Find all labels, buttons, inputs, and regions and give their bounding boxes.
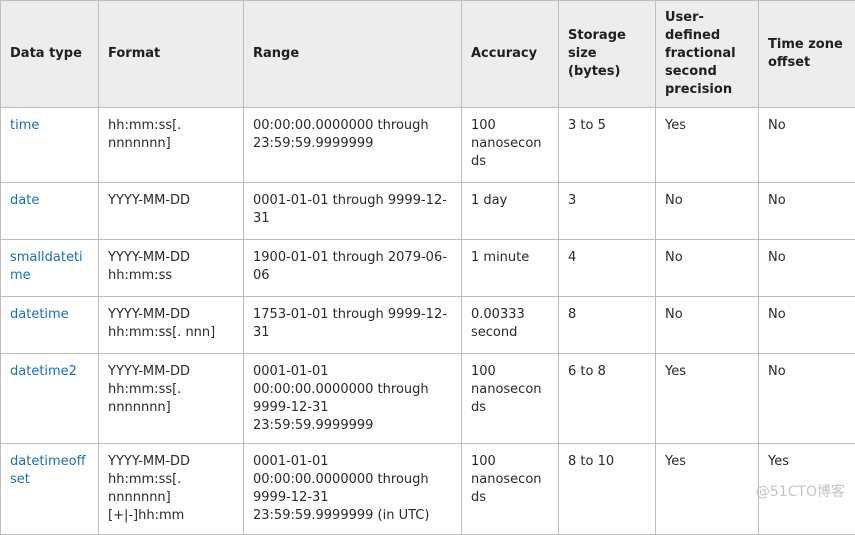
cell-fractional-precision: No	[656, 183, 759, 240]
table-row: datetime2 YYYY-MM-DD hh:mm:ss[. nnnnnnn]…	[1, 354, 855, 444]
cell-fractional-precision: Yes	[656, 444, 759, 535]
cell-storage-size: 8 to 10	[559, 444, 656, 535]
header-storage-size: Storage size (bytes)	[559, 1, 656, 108]
table-row: time hh:mm:ss[. nnnnnnn] 00:00:00.000000…	[1, 108, 855, 183]
header-range: Range	[244, 1, 462, 108]
table-row: smalldatetime YYYY-MM-DD hh:mm:ss 1900-0…	[1, 240, 855, 297]
table-row: datetimeoffset YYYY-MM-DD hh:mm:ss[. nnn…	[1, 444, 855, 535]
cell-accuracy: 100 nanoseconds	[462, 354, 559, 444]
data-type-link[interactable]: time	[10, 118, 39, 133]
table-header-row: Data type Format Range Accuracy Storage …	[1, 1, 855, 108]
cell-accuracy: 1 day	[462, 183, 559, 240]
cell-data-type: date	[1, 183, 99, 240]
data-type-link[interactable]: datetime	[10, 307, 69, 322]
cell-format: YYYY-MM-DD	[99, 183, 244, 240]
cell-storage-size: 8	[559, 297, 656, 354]
data-type-link[interactable]: smalldatetime	[10, 250, 83, 283]
cell-format: YYYY-MM-DD hh:mm:ss[. nnn]	[99, 297, 244, 354]
cell-range: 0001-01-01 00:00:00.0000000 through 9999…	[244, 444, 462, 535]
table-row: datetime YYYY-MM-DD hh:mm:ss[. nnn] 1753…	[1, 297, 855, 354]
cell-time-zone-offset: No	[759, 354, 855, 444]
cell-range: 00:00:00.0000000 through 23:59:59.999999…	[244, 108, 462, 183]
cell-format: YYYY-MM-DD hh:mm:ss	[99, 240, 244, 297]
cell-data-type: time	[1, 108, 99, 183]
cell-accuracy: 1 minute	[462, 240, 559, 297]
data-type-link[interactable]: datetimeoffset	[10, 454, 86, 487]
cell-time-zone-offset: No	[759, 297, 855, 354]
data-type-link[interactable]: date	[10, 193, 39, 208]
header-time-zone-offset: Time zone offset	[759, 1, 855, 108]
cell-time-zone-offset: Yes	[759, 444, 855, 535]
cell-range: 1900-01-01 through 2079-06-06	[244, 240, 462, 297]
cell-range: 1753-01-01 through 9999-12-31	[244, 297, 462, 354]
cell-format: YYYY-MM-DD hh:mm:ss[. nnnnnnn]	[99, 354, 244, 444]
cell-storage-size: 6 to 8	[559, 354, 656, 444]
cell-data-type: smalldatetime	[1, 240, 99, 297]
cell-accuracy: 0.00333 second	[462, 297, 559, 354]
cell-format: YYYY-MM-DD hh:mm:ss[. nnnnnnn] [+|-]hh:m…	[99, 444, 244, 535]
table-row: date YYYY-MM-DD 0001-01-01 through 9999-…	[1, 183, 855, 240]
cell-range: 0001-01-01 00:00:00.0000000 through 9999…	[244, 354, 462, 444]
cell-data-type: datetime2	[1, 354, 99, 444]
cell-accuracy: 100 nanoseconds	[462, 108, 559, 183]
cell-time-zone-offset: No	[759, 183, 855, 240]
header-format: Format	[99, 1, 244, 108]
date-time-types-table: Data type Format Range Accuracy Storage …	[0, 0, 855, 535]
cell-fractional-precision: No	[656, 297, 759, 354]
cell-range: 0001-01-01 through 9999-12-31	[244, 183, 462, 240]
cell-storage-size: 4	[559, 240, 656, 297]
cell-format: hh:mm:ss[. nnnnnnn]	[99, 108, 244, 183]
cell-fractional-precision: No	[656, 240, 759, 297]
cell-time-zone-offset: No	[759, 108, 855, 183]
cell-fractional-precision: Yes	[656, 354, 759, 444]
cell-fractional-precision: Yes	[656, 108, 759, 183]
header-accuracy: Accuracy	[462, 1, 559, 108]
cell-storage-size: 3 to 5	[559, 108, 656, 183]
cell-data-type: datetimeoffset	[1, 444, 99, 535]
cell-accuracy: 100 nanoseconds	[462, 444, 559, 535]
cell-data-type: datetime	[1, 297, 99, 354]
header-fractional-precision: User-defined fractional second precision	[656, 1, 759, 108]
header-data-type: Data type	[1, 1, 99, 108]
data-type-link[interactable]: datetime2	[10, 364, 77, 379]
cell-storage-size: 3	[559, 183, 656, 240]
cell-time-zone-offset: No	[759, 240, 855, 297]
